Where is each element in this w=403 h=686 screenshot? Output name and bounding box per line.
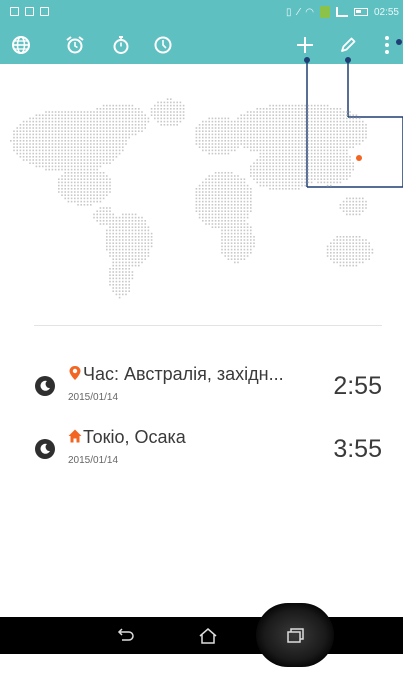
alarm-clock-icon[interactable] bbox=[64, 34, 86, 56]
notification-icons bbox=[10, 7, 49, 16]
clock-list-item[interactable]: Токіо, Осака 2015/01/14 3:55 bbox=[0, 425, 403, 473]
clock-list-item[interactable]: Час: Австралія, західн... 2015/01/14 2:5… bbox=[0, 362, 403, 410]
wifi-icon: ◠ bbox=[305, 6, 314, 18]
system-status-icons: ▯ ⁄ ◠ 02:55 bbox=[286, 6, 399, 18]
city-name: Токіо, Осака bbox=[83, 427, 186, 447]
mute-icon: ⁄ bbox=[297, 6, 300, 18]
gallery-notification-icon bbox=[10, 7, 19, 16]
night-moon-icon bbox=[35, 376, 55, 396]
location-pin-icon bbox=[69, 366, 81, 380]
home-icon bbox=[68, 429, 82, 443]
file-notification-icon bbox=[25, 7, 34, 16]
action-bar bbox=[0, 26, 403, 64]
back-icon[interactable] bbox=[114, 626, 136, 646]
night-moon-icon bbox=[35, 439, 55, 459]
world-map bbox=[10, 98, 374, 299]
battery-icon bbox=[353, 8, 368, 16]
more-vert-icon[interactable] bbox=[380, 34, 394, 56]
sim-card-icon bbox=[319, 6, 330, 18]
city-name: Час: Австралія, західн... bbox=[83, 364, 284, 384]
clock-time: 3:55 bbox=[333, 435, 382, 463]
clock-date: 2015/01/14 bbox=[68, 392, 119, 403]
city-location-marker bbox=[356, 155, 362, 161]
vibrate-icon: ▯ bbox=[286, 6, 292, 18]
clock-date: 2015/01/14 bbox=[68, 455, 119, 466]
timer-icon[interactable] bbox=[152, 34, 174, 56]
home-icon[interactable] bbox=[197, 626, 219, 646]
signal-icon bbox=[335, 7, 348, 17]
pencil-icon[interactable] bbox=[337, 34, 359, 56]
stopwatch-icon[interactable] bbox=[110, 34, 132, 56]
status-time: 02:55 bbox=[373, 6, 399, 18]
globe-icon[interactable] bbox=[10, 34, 32, 56]
recent-apps-icon[interactable] bbox=[284, 626, 306, 646]
screen-notification-icon bbox=[40, 7, 49, 16]
plus-icon[interactable] bbox=[294, 34, 316, 56]
clock-time: 2:55 bbox=[333, 372, 382, 400]
navigation-bar bbox=[0, 603, 403, 667]
divider bbox=[34, 325, 382, 326]
status-bar: ▯ ⁄ ◠ 02:55 bbox=[0, 0, 403, 26]
